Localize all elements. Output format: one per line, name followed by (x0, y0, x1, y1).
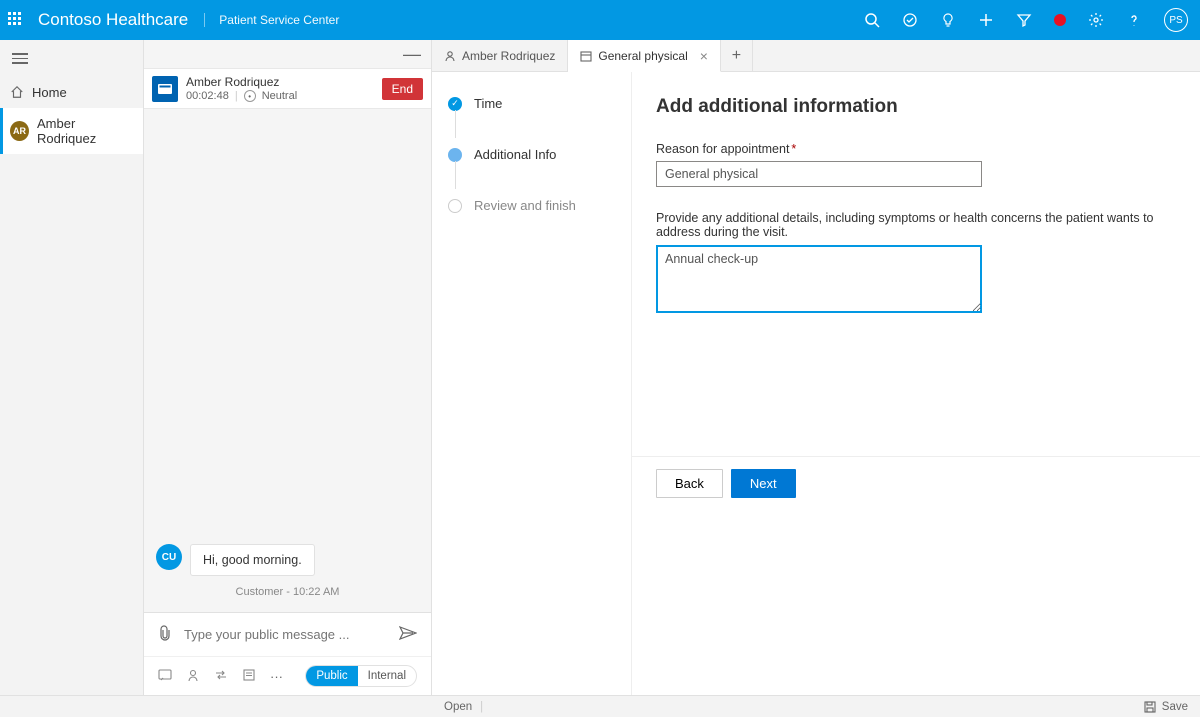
step-time-label: Time (474, 96, 502, 111)
notes-icon[interactable] (242, 668, 256, 685)
hamburger-icon[interactable] (0, 40, 143, 77)
reason-label: Reason for appointment* (656, 142, 1176, 156)
nav-home[interactable]: Home (0, 77, 143, 108)
more-icon[interactable]: ··· (270, 669, 283, 684)
help-icon[interactable] (1126, 12, 1142, 28)
calendar-icon (580, 50, 592, 62)
reason-input[interactable] (656, 161, 982, 187)
consult-icon[interactable] (186, 668, 200, 685)
mode-public[interactable]: Public (306, 666, 357, 686)
transfer-icon[interactable] (214, 668, 228, 685)
filter-icon[interactable] (1016, 12, 1032, 28)
details-label: Provide any additional details, includin… (656, 211, 1176, 239)
tab-add-button[interactable]: + (721, 40, 753, 71)
form-column: Add additional information Reason for ap… (632, 72, 1200, 695)
end-conversation-button[interactable]: End (382, 78, 423, 100)
channel-icon (152, 76, 178, 102)
step-time[interactable]: Time (448, 96, 615, 111)
save-button[interactable]: Save (1144, 701, 1188, 713)
save-icon (1144, 701, 1156, 713)
sentiment-neutral-icon: • (244, 90, 256, 102)
nav-home-label: Home (32, 85, 67, 100)
main-pane: Amber Rodriquez General physical × + Tim… (432, 40, 1200, 695)
add-icon[interactable] (978, 12, 994, 28)
task-icon[interactable] (902, 12, 918, 28)
attachment-icon[interactable] (158, 625, 172, 644)
person-icon (444, 50, 456, 62)
details-textarea[interactable] (656, 245, 982, 313)
nav-patient-label: Amber Rodriquez (37, 116, 133, 146)
tab-form[interactable]: General physical × (568, 40, 721, 72)
minimize-icon[interactable]: — (403, 48, 421, 60)
top-header-left: Contoso Healthcare Patient Service Cente… (8, 10, 339, 30)
step-done-icon (448, 97, 462, 111)
conversation-patient-name: Amber Rodriquez (186, 75, 374, 89)
back-button[interactable]: Back (656, 469, 723, 498)
step-additional[interactable]: Additional Info (448, 147, 615, 162)
top-header-right: PS (864, 8, 1192, 32)
top-header: Contoso Healthcare Patient Service Cente… (0, 0, 1200, 40)
conversation-header: Amber Rodriquez 00:02:48 | • Neutral End (144, 68, 431, 109)
send-icon[interactable] (399, 626, 417, 643)
user-avatar[interactable]: PS (1164, 8, 1188, 32)
tab-form-label: General physical (598, 49, 687, 63)
conversation-messages: CU Hi, good morning. Customer - 10:22 AM (144, 109, 431, 612)
app-launcher-icon[interactable] (8, 12, 24, 28)
message-row: CU Hi, good morning. (156, 544, 419, 576)
step-upcoming-icon (448, 199, 462, 213)
home-icon (10, 85, 24, 99)
message-avatar: CU (156, 544, 182, 570)
message-mode-toggle[interactable]: Public Internal (305, 665, 417, 687)
compose-input[interactable] (184, 627, 387, 642)
app-title: Contoso Healthcare (38, 10, 188, 30)
nav-active-patient[interactable]: AR Amber Rodriquez (0, 108, 143, 154)
step-current-icon (448, 148, 462, 162)
mode-internal[interactable]: Internal (358, 666, 416, 686)
tab-patient[interactable]: Amber Rodriquez (432, 40, 568, 71)
step-review-label: Review and finish (474, 198, 576, 213)
step-review[interactable]: Review and finish (448, 198, 615, 213)
status-bar: Open | Save (0, 695, 1200, 717)
tab-patient-label: Amber Rodriquez (462, 49, 555, 63)
conversation-sentiment: Neutral (262, 90, 297, 102)
form-title: Add additional information (656, 96, 1176, 118)
step-additional-label: Additional Info (474, 147, 556, 162)
lightbulb-icon[interactable] (940, 12, 956, 28)
quick-replies-icon[interactable] (158, 668, 172, 685)
message-meta: Customer - 10:22 AM (156, 586, 419, 598)
conversation-controls: — (144, 40, 431, 68)
compose-area: ··· Public Internal (144, 612, 431, 695)
conversation-timer: 00:02:48 (186, 90, 229, 102)
search-icon[interactable] (864, 12, 880, 28)
settings-icon[interactable] (1088, 12, 1104, 28)
recording-indicator-icon[interactable] (1054, 14, 1066, 26)
next-button[interactable]: Next (731, 469, 796, 498)
message-bubble: Hi, good morning. (190, 544, 315, 576)
steps-column: Time Additional Info Review and finish (432, 72, 632, 695)
sidebar: Home AR Amber Rodriquez (0, 40, 144, 695)
tab-strip: Amber Rodriquez General physical × + (432, 40, 1200, 72)
conversation-pane: — Amber Rodriquez 00:02:48 | • Neutral E… (144, 40, 432, 695)
tab-close-icon[interactable]: × (700, 48, 708, 64)
app-subtitle: Patient Service Center (204, 13, 339, 27)
status-open[interactable]: Open (444, 701, 472, 713)
patient-avatar-small: AR (10, 121, 29, 141)
